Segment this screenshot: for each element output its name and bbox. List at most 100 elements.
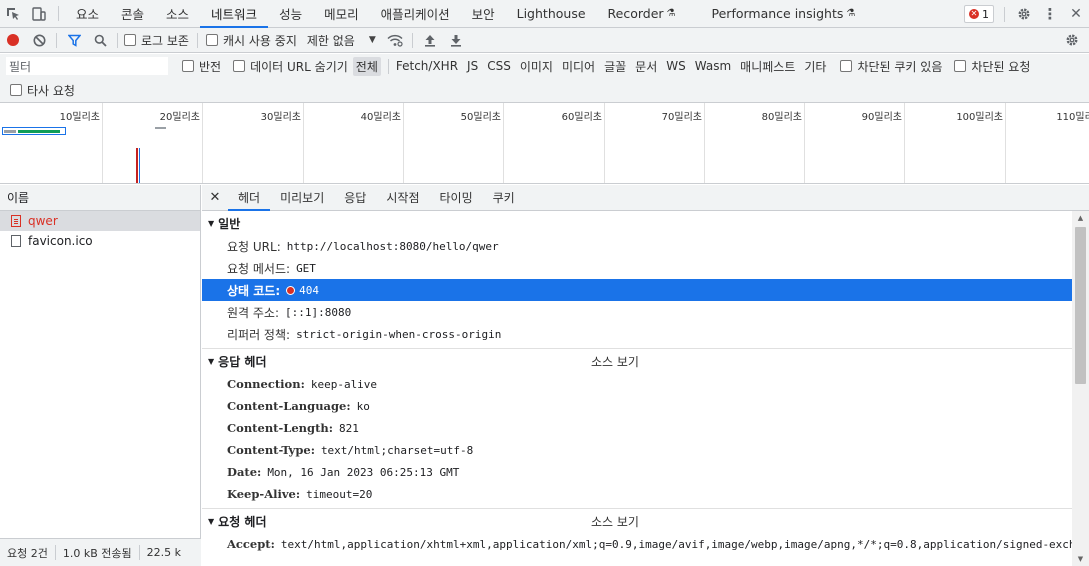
inspect-element-icon[interactable] — [0, 0, 26, 27]
type-filter-0[interactable]: 전체 — [352, 56, 381, 76]
details-tab-0[interactable]: 헤더 — [228, 185, 271, 211]
type-filter-10[interactable]: 매니페스트 — [737, 57, 798, 76]
filter-placeholder: 필터 — [9, 59, 32, 74]
blocked-cookies-checkbox[interactable]: 차단된 쿠키 있음 — [840, 58, 942, 75]
timeline-queue-bar — [4, 130, 16, 133]
response-headers-section-header[interactable]: ▼ 응답 헤더 소스 보기 — [202, 349, 1072, 373]
section-title: 응답 헤더 — [218, 354, 267, 369]
tab-8[interactable]: Lighthouse — [506, 0, 597, 27]
checkbox-box[interactable] — [954, 60, 967, 72]
header-row[interactable]: Connection: keep-alive — [202, 373, 1072, 395]
checkbox-box[interactable] — [124, 34, 136, 46]
scroll-up-arrow-icon[interactable]: ▲ — [1072, 211, 1089, 225]
checkbox-box[interactable] — [205, 34, 218, 46]
more-options-icon[interactable]: ⋮ — [1037, 5, 1063, 23]
tab-2[interactable]: 소스 — [155, 0, 200, 27]
device-toolbar-icon[interactable] — [26, 0, 52, 27]
third-party-checkbox[interactable]: 타사 요청 — [10, 82, 75, 99]
preserve-log-checkbox[interactable]: 로그 보존 — [124, 32, 189, 49]
blocked-cookies-label: 차단된 쿠키 있음 — [857, 59, 943, 74]
type-filter-8[interactable]: WS — [663, 58, 688, 74]
header-value: [::1]:8080 — [285, 305, 352, 319]
tab-0[interactable]: 요소 — [65, 0, 110, 27]
tab-9[interactable]: Recorder ⚗ — [597, 0, 687, 27]
checkbox-box[interactable] — [10, 84, 22, 96]
type-filter-5[interactable]: 미디어 — [559, 57, 598, 76]
throttling-select[interactable]: 제한 없음 ▼ — [307, 32, 376, 49]
experimental-flask-icon: ⚗ — [846, 8, 856, 19]
tab-7[interactable]: 보안 — [461, 0, 506, 27]
timeline-gridline — [403, 103, 404, 183]
header-row[interactable]: Content-Length: 821 — [202, 417, 1072, 439]
network-conditions-wifi-icon[interactable] — [382, 28, 408, 53]
timeline-favicon-bar — [155, 127, 166, 129]
header-row[interactable]: 원격 주소: [::1]:8080 — [202, 301, 1072, 323]
request-row[interactable]: favicon.ico — [0, 231, 200, 251]
view-source-link[interactable]: 소스 보기 — [591, 353, 639, 370]
filter-icon[interactable] — [61, 28, 87, 53]
close-details-icon[interactable]: ✕ — [202, 185, 228, 210]
header-value: keep-alive — [310, 377, 378, 391]
disable-cache-checkbox[interactable]: 캐시 사용 중지 — [205, 32, 297, 49]
details-scrollbar[interactable]: ▲ ▼ — [1072, 211, 1089, 566]
import-har-upload-icon[interactable] — [417, 28, 443, 53]
timeline-tick-label: 110밀리초 — [1056, 112, 1089, 123]
checkbox-box[interactable] — [233, 60, 246, 72]
clear-icon[interactable] — [26, 28, 52, 53]
tab-4[interactable]: 성능 — [268, 0, 313, 27]
details-tab-1[interactable]: 미리보기 — [270, 185, 334, 210]
hide-data-urls-checkbox[interactable]: 데이터 URL 숨기기 — [233, 58, 348, 75]
header-row[interactable]: Content-Type: text/html;charset=utf-8 — [202, 439, 1072, 461]
type-filter-2[interactable]: JS — [464, 58, 481, 74]
type-filter-4[interactable]: 이미지 — [517, 57, 556, 76]
header-row[interactable]: 리퍼러 정책: strict-origin-when-cross-origin — [202, 323, 1072, 345]
header-row[interactable]: Keep-Alive: timeout=20 — [202, 483, 1072, 505]
header-value: http://localhost:8080/hello/qwer — [286, 239, 499, 253]
header-row[interactable]: 요청 메서드: GET — [202, 257, 1072, 279]
header-key: 상태 코드: — [227, 283, 281, 298]
name-column-header[interactable]: 이름 — [0, 185, 200, 211]
invert-checkbox[interactable]: 반전 — [182, 58, 221, 75]
request-headers-section-header[interactable]: ▼ 요청 헤더 소스 보기 — [202, 509, 1072, 533]
details-tab-4[interactable]: 타이밍 — [429, 185, 482, 210]
type-filter-11[interactable]: 기타 — [801, 57, 829, 76]
error-count-badge[interactable]: ✕ 1 — [964, 5, 994, 23]
type-filter-3[interactable]: CSS — [484, 58, 514, 74]
network-overview-timeline[interactable]: 10밀리초 20밀리초 30밀리초 40밀리초 50밀리초 60밀리초 70밀리초 80밀리초… — [0, 103, 1089, 184]
general-section-header[interactable]: ▼ 일반 — [202, 211, 1072, 235]
header-row[interactable]: Content-Language: ko — [202, 395, 1072, 417]
header-row[interactable]: 상태 코드: 404 — [202, 279, 1072, 301]
close-devtools-icon[interactable]: ✕ — [1063, 6, 1089, 22]
tab-10[interactable]: Performance insights ⚗ — [701, 0, 867, 27]
header-row[interactable]: 요청 URL: http://localhost:8080/hello/qwer — [202, 235, 1072, 257]
error-icon: ✕ — [969, 9, 979, 19]
details-tab-2[interactable]: 응답 — [334, 185, 376, 210]
type-filter-9[interactable]: Wasm — [692, 58, 734, 74]
tab-5[interactable]: 메모리 — [313, 0, 370, 27]
header-row[interactable]: Date: Mon, 16 Jan 2023 06:25:13 GMT — [202, 461, 1072, 483]
filter-input[interactable]: 필터 — [6, 57, 168, 75]
request-row[interactable]: qwer — [0, 211, 200, 231]
scroll-down-arrow-icon[interactable]: ▼ — [1072, 552, 1089, 566]
details-tab-3[interactable]: 시작점 — [376, 185, 429, 210]
blocked-requests-checkbox[interactable]: 차단된 요청 — [954, 58, 1030, 75]
type-filter-6[interactable]: 글꼴 — [601, 57, 629, 76]
tab-1[interactable]: 콘솔 — [110, 0, 155, 27]
record-icon[interactable] — [0, 28, 26, 53]
header-row[interactable]: Accept: text/html,application/xhtml+xml,a… — [202, 533, 1072, 555]
filter-bar: 필터 반전 데이터 URL 숨기기 전체 Fetch/XHR JS CSS 이미지 미디어… — [0, 54, 1089, 103]
tab-6[interactable]: 애플리케이션 — [370, 0, 461, 27]
settings-gear-icon[interactable] — [1011, 7, 1037, 21]
type-filter-1[interactable]: Fetch/XHR — [393, 58, 461, 74]
tab-3[interactable]: 네트워크 — [200, 0, 269, 28]
type-filter-7[interactable]: 문서 — [632, 57, 660, 76]
checkbox-box[interactable] — [182, 60, 194, 72]
search-icon[interactable] — [87, 28, 113, 53]
checkbox-box[interactable] — [840, 60, 853, 72]
network-settings-gear-icon[interactable] — [1059, 28, 1085, 53]
export-har-download-icon[interactable] — [443, 28, 469, 53]
scrollbar-thumb[interactable] — [1075, 227, 1086, 384]
details-tab-5[interactable]: 쿠키 — [483, 185, 525, 210]
view-source-link[interactable]: 소스 보기 — [591, 513, 639, 530]
header-value: ko — [356, 399, 370, 413]
